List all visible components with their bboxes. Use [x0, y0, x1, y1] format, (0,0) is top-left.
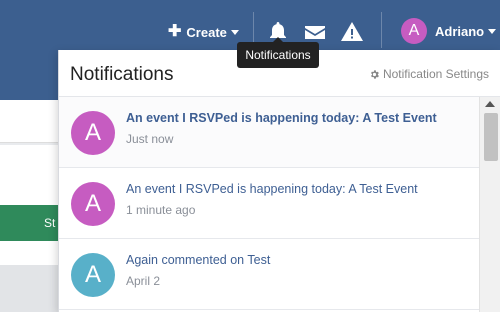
plus-icon: ✚ [168, 23, 182, 40]
notification-text: Again commented on Test [126, 253, 271, 267]
scroll-thumb[interactable] [484, 113, 498, 161]
background-green-button[interactable]: St [0, 205, 58, 241]
notifications-tooltip: Notifications [237, 37, 319, 68]
avatar: A [71, 253, 115, 297]
background-page-strip [0, 100, 58, 143]
notification-item[interactable]: A An event I RSVPed is happening today: … [59, 168, 479, 239]
notification-text: An event I RSVPed is happening today: A … [126, 182, 418, 196]
gear-icon [370, 69, 379, 79]
settings-label: Notification Settings [382, 67, 489, 81]
notification-time: April 2 [126, 274, 161, 288]
divider [381, 12, 382, 48]
warning-icon[interactable] [340, 20, 364, 44]
avatar: A [71, 182, 115, 226]
user-avatar: A [401, 18, 427, 44]
notification-settings-link[interactable]: Notification Settings [369, 67, 489, 81]
notifications-title: Notifications [70, 64, 174, 85]
create-label: Create [186, 24, 227, 40]
notification-item[interactable]: A An event I RSVPed is happening today: … [59, 97, 479, 168]
envelope-icon[interactable] [303, 20, 327, 44]
notification-item[interactable]: A Again commented on Test April 2 [59, 239, 479, 310]
user-menu[interactable]: A Adriano [401, 18, 497, 44]
caret-down-icon [230, 29, 239, 35]
background-button-text: St [44, 216, 56, 230]
avatar: A [71, 111, 115, 155]
username-label: Adriano [435, 23, 485, 39]
notifications-panel: Notifications Notification Settings A An… [58, 50, 500, 312]
background-page-footer [0, 265, 58, 312]
notification-text: An event I RSVPed is happening today: A … [126, 111, 437, 125]
scrollbar[interactable] [479, 97, 500, 312]
scroll-up-arrow[interactable] [485, 101, 495, 107]
create-menu-button[interactable]: ✚ Create [168, 22, 239, 42]
notification-list: A An event I RSVPed is happening today: … [59, 97, 479, 312]
notification-time: Just now [126, 132, 174, 146]
caret-down-icon [488, 28, 497, 34]
notification-time: 1 minute ago [126, 203, 196, 217]
